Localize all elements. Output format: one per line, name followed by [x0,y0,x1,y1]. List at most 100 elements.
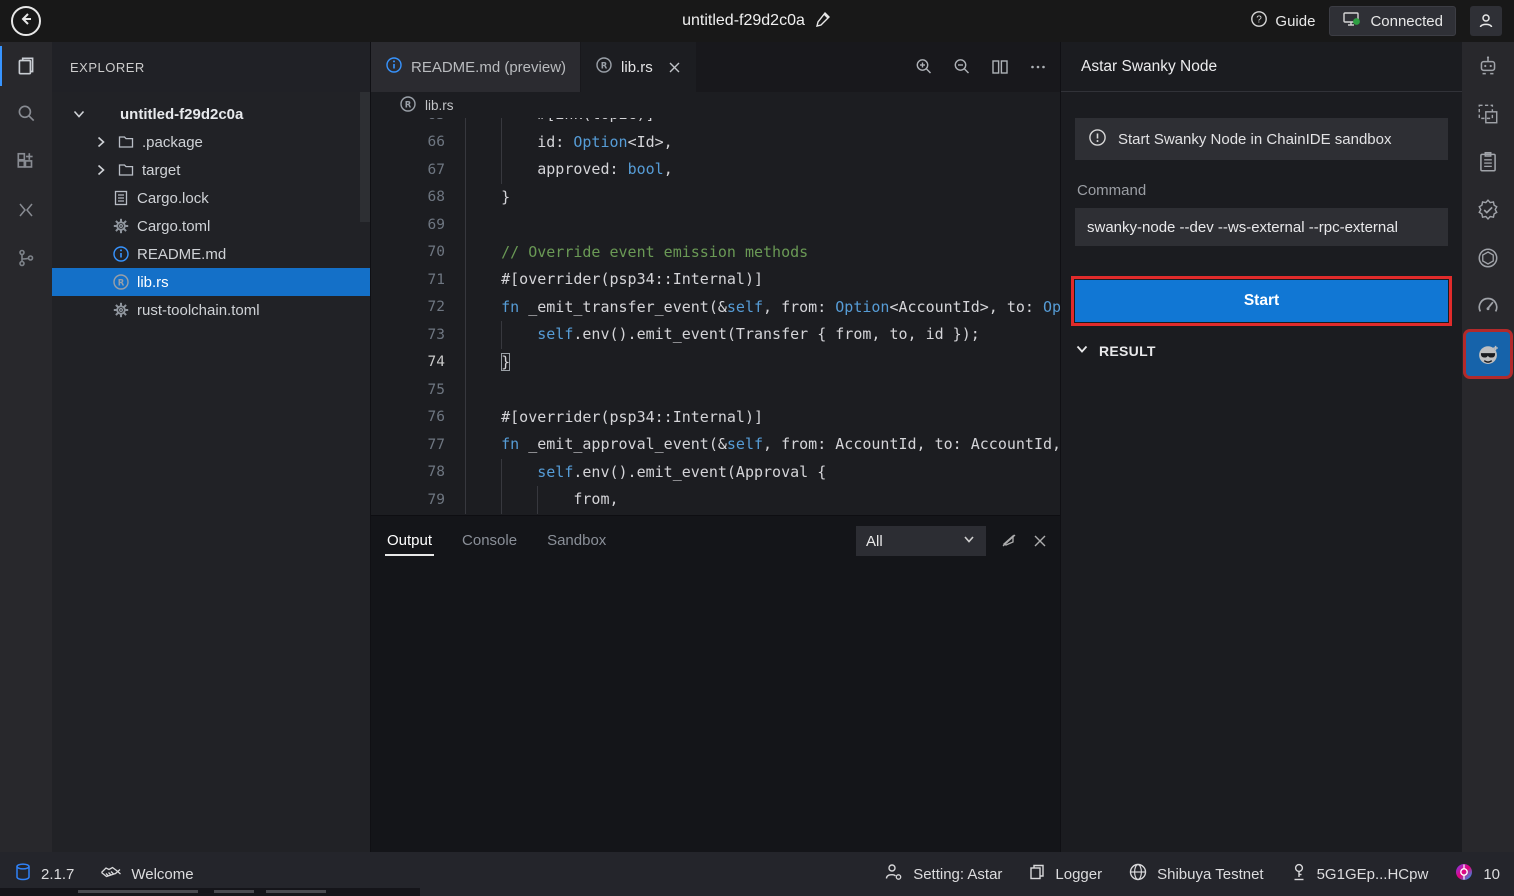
close-panel-icon[interactable] [1032,533,1048,549]
line-number: 74 [371,354,445,370]
doc-icon [112,189,130,207]
line-number: 72 [371,299,445,315]
zoom-in-icon[interactable] [914,57,934,77]
question-icon: ? [1250,10,1268,32]
openai-icon[interactable] [1462,234,1514,282]
tab-librs[interactable]: Rlib.rs [581,42,697,92]
modules-icon[interactable] [1462,90,1514,138]
code-editor[interactable]: 65 #[ink(topic)]66 id: Option<Id>,67 app… [371,118,1060,515]
avatar[interactable] [1470,6,1502,36]
code-line-65[interactable]: 65 #[ink(topic)] [371,118,1060,129]
breadcrumb-label: lib.rs [425,98,454,113]
code-line-74[interactable]: 74 } [371,349,1060,377]
zoom-out-icon[interactable] [952,57,972,77]
folder-icon [117,161,135,179]
tab-readme[interactable]: README.md (preview) [371,42,581,92]
info-icon [112,245,130,263]
tab-label: README.md (preview) [411,59,566,76]
astar-swanky-plugin-icon[interactable] [1462,330,1514,378]
line-number: 78 [371,464,445,480]
verified-badge-icon[interactable] [1462,186,1514,234]
rename-pencil-icon[interactable] [814,10,832,33]
code-line-79[interactable]: 79 from, [371,486,1060,514]
code-line-66[interactable]: 66 id: Option<Id>, [371,129,1060,157]
search-icon[interactable] [0,90,52,138]
collapse-icon[interactable] [0,186,52,234]
statusbar-label: 5G1GEp...HCpw [1317,866,1429,883]
code-line-71[interactable]: 71 #[overrider(psp34::Internal)] [371,266,1060,294]
tree-item-cargo-toml[interactable]: Cargo.toml [52,212,370,240]
wallet-address-item[interactable]: 5G1GEp...HCpw [1290,862,1429,886]
tree-item-rust-toolchain-toml[interactable]: rust-toolchain.toml [52,296,370,324]
code-line-70[interactable]: 70 // Override event emission methods [371,239,1060,267]
tree-item-cargo-lock[interactable]: Cargo.lock [52,184,370,212]
close-tab-icon[interactable] [667,60,682,75]
log-filter-dropdown[interactable]: All [856,526,986,556]
breadcrumb[interactable]: R lib.rs [371,92,1060,118]
line-number: 79 [371,492,445,508]
result-label: RESULT [1099,343,1156,359]
chainide-window: untitled-f29d2c0a ? Guide Connected EXPL… [0,0,1514,896]
line-number: 65 [371,118,445,123]
panel-title: Astar Swanky Node [1061,42,1462,92]
code-line-76[interactable]: 76 #[overrider(psp34::Internal)] [371,404,1060,432]
editor-tabbar: README.md (preview) Rlib.rs [371,42,1060,92]
swanky-node-panel: Astar Swanky Node Start Swanky Node in C… [1060,42,1462,852]
chevron-right-icon [92,134,110,150]
output-panel-content [371,565,1060,852]
code-line-78[interactable]: 78 self.env().emit_event(Approval { [371,459,1060,487]
statusbar-label: Logger [1055,866,1102,883]
activity-bar-left [0,42,52,852]
chevron-down-icon [1075,342,1089,359]
ai-assistant-icon[interactable] [1462,42,1514,90]
svg-text:R: R [118,278,125,288]
panel-tab-output[interactable]: Output [385,519,434,562]
result-section-header[interactable]: RESULT [1075,342,1156,359]
tab-label: lib.rs [621,59,653,76]
source-control-icon[interactable] [0,234,52,282]
tree-item-readme-md[interactable]: README.md [52,240,370,268]
welcome-item[interactable]: Welcome [100,863,193,885]
logger-item[interactable]: Logger [1028,863,1102,885]
extensions-icon[interactable] [0,138,52,186]
statusbar-label: 2.1.7 [41,866,74,883]
version-indicator[interactable]: 2.1.7 [14,862,74,886]
connected-button[interactable]: Connected [1329,6,1456,36]
setting-item[interactable]: Setting: Astar [884,862,1002,886]
monitor-icon [1342,10,1362,32]
chevron-down-icon [70,106,88,122]
back-button[interactable] [11,6,41,36]
code-line-67[interactable]: 67 approved: bool, [371,156,1060,184]
panel-tab-console[interactable]: Console [460,519,519,562]
line-number: 71 [371,272,445,288]
balance-item[interactable]: 10 [1454,862,1500,886]
task-list-icon[interactable] [1462,138,1514,186]
back-arrow-icon [18,11,34,32]
network-item[interactable]: Shibuya Testnet [1128,862,1263,886]
alert-icon [1088,128,1107,151]
command-input[interactable]: swanky-node --dev --ws-external --rpc-ex… [1075,208,1448,246]
explorer-icon[interactable] [0,42,52,90]
code-line-69[interactable]: 69 [371,211,1060,239]
code-line-72[interactable]: 72 fn _emit_transfer_event(&self, from: … [371,294,1060,322]
sidebar-scrollbar[interactable] [360,92,370,222]
tree-item--package[interactable]: .package [52,128,370,156]
tree-item-lib-rs[interactable]: Rlib.rs [52,268,370,296]
code-line-75[interactable]: 75 [371,376,1060,404]
gauge-icon[interactable] [1462,282,1514,330]
start-button[interactable]: Start [1075,280,1448,322]
tree-item-untitled-f29d2c0a[interactable]: untitled-f29d2c0a [52,100,370,128]
bottom-panel-tabs: Output Console Sandbox All [371,515,1060,565]
clear-output-icon[interactable] [1000,532,1018,550]
split-editor-icon[interactable] [990,57,1010,77]
code-line-68[interactable]: 68 } [371,184,1060,212]
more-actions-icon[interactable] [1028,57,1048,77]
connected-label: Connected [1370,13,1443,30]
tree-item-target[interactable]: target [52,156,370,184]
code-line-73[interactable]: 73 self.env().emit_event(Transfer { from… [371,321,1060,349]
rust-file-icon: R [399,95,417,116]
panel-tab-sandbox[interactable]: Sandbox [545,519,608,562]
explorer-header: EXPLORER [52,42,370,92]
code-line-77[interactable]: 77 fn _emit_approval_event(&self, from: … [371,431,1060,459]
guide-link[interactable]: ? Guide [1250,10,1315,32]
